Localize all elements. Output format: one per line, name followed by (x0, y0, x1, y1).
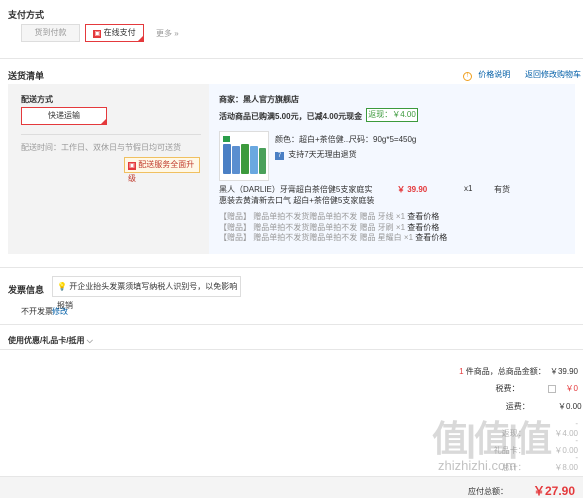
delivery-time-text: 配送时间：工作日、双休日与节假日均可送货 (21, 143, 181, 152)
invoice-tip: 💡 开企业抬头发票须填写纳税人识别号，以免影响报销 (52, 276, 241, 310)
online-payment-label: 在线支付 (103, 28, 136, 37)
gift-price-link[interactable]: 查看价格 (415, 233, 447, 242)
coupon-title: 使用优惠/礼品卡/抵用 (8, 336, 85, 345)
online-payment-button[interactable]: ▣ 在线支付 (85, 24, 144, 42)
delivery-upgrade-badge[interactable]: ▣ 配送服务全面升级 (124, 157, 200, 183)
invoice-tip-text: 开企业抬头发票须填写纳税人识别号，以免影响报销 (57, 282, 238, 310)
watermark-logo: 值|值|值 (432, 418, 552, 459)
brand-logo-icon (223, 136, 230, 142)
item-count: 1 (459, 367, 464, 376)
gift-name: 赠品单拍不发货赠品单拍不发 赠品 牙线 (253, 212, 394, 221)
info-icon: ! (463, 72, 472, 81)
tax-value: ￥0 (565, 384, 578, 393)
express-delivery-label: 快递运输 (48, 111, 80, 120)
back-to-cart-link[interactable]: 返回修改购物车 (525, 69, 581, 80)
delivery-method-title: 配送方式 (21, 95, 53, 104)
cod-payment-button[interactable]: 货到付款 (21, 24, 80, 42)
more-payment-link[interactable]: 更多 » (156, 28, 179, 39)
product-price: ￥ 39.90 (397, 185, 428, 194)
delivery-list-title: 送货清单 (8, 71, 45, 81)
upgrade-icon: ▣ (128, 162, 136, 170)
invoice-title: 发票信息 (8, 285, 45, 295)
payment-title: 支付方式 (8, 10, 45, 20)
gift-item: 【赠品】 赠品单拍不发货赠品单拍不发 赠品 牙线 ×1 查看价格 (219, 211, 439, 222)
selected-check-corner (137, 35, 144, 42)
divider (0, 324, 583, 325)
selected-check-corner (100, 118, 107, 125)
product-image[interactable] (219, 131, 269, 181)
product-name-line1[interactable]: 黑人（DARLIE）牙膏超白茶倍健5支家庭实 (219, 184, 372, 195)
product-stock: 有货 (494, 185, 510, 194)
product-size: 尺码：90g*5=450g (349, 135, 417, 144)
gift-tag: 【赠品】 (219, 233, 251, 242)
discount-value: -￥8.00 (554, 453, 578, 472)
return-policy-label: 支持7天无理由退货 (288, 150, 357, 159)
online-pay-icon: ▣ (93, 30, 102, 38)
gift-name: 赠品单拍不发货赠品单拍不发 赠品 牙刷 (253, 223, 394, 232)
promo-text: 活动商品已购满5.00元，已减4.00元现金 (219, 112, 363, 121)
freight-value: ￥0.00 (558, 402, 582, 411)
invoice-edit-link[interactable]: 修改 (52, 306, 68, 317)
gift-name: 赠品单拍不发货赠品单拍不发 赠品 星耀白 (253, 233, 402, 242)
gift-tag: 【赠品】 (219, 212, 251, 221)
toothpaste-box-icon (259, 148, 266, 174)
divider (0, 58, 583, 59)
product-name-line2[interactable]: 惠装去黄清新去口气 超白+茶倍健5支家庭装 (219, 195, 374, 206)
watermark-site: zhizhizhi.com (438, 458, 517, 473)
invoice-status: 不开发票 (21, 307, 53, 316)
toothpaste-box-icon (250, 146, 258, 174)
payable-value: ￥27.90 (533, 484, 576, 498)
toothpaste-box-icon (232, 146, 240, 174)
tax-row: 税费： ￥0 (0, 383, 578, 394)
seller-name: 商家：黑人官方旗舰店 (219, 95, 299, 104)
gift-item: 【赠品】 赠品单拍不发货赠品单拍不发 赠品 星耀白 ×1 查看价格 (219, 232, 447, 243)
return-icon: 7 (275, 152, 284, 160)
payable-label: 应付总额： (468, 487, 508, 496)
gift-qty: ×1 (395, 223, 406, 232)
lightbulb-icon: 💡 (57, 282, 67, 291)
gift-tag: 【赠品】 (219, 223, 251, 232)
goods-total-label: 件商品，总商品金额： (465, 367, 546, 376)
gift-qty: ×1 (403, 233, 414, 242)
return-policy: 7 支持7天无理由退货 (275, 149, 357, 160)
gift-price-link[interactable]: 查看价格 (407, 212, 439, 221)
goods-total-value: ￥39.90 (549, 367, 578, 376)
tax-label: 税费： (495, 384, 520, 393)
chevron-down-icon: ⌵ (86, 336, 93, 345)
price-note-label: 价格说明 (478, 70, 511, 79)
coupon-toggle[interactable]: 使用优惠/礼品卡/抵用 ⌵ (8, 335, 93, 346)
product-quantity: x1 (464, 184, 473, 193)
toothpaste-box-icon (223, 144, 231, 174)
express-delivery-button[interactable]: 快递运输 (21, 107, 107, 125)
gift-price-link[interactable]: 查看价格 (407, 223, 439, 232)
price-note-link[interactable]: ! 价格说明 (463, 69, 510, 81)
divider (21, 134, 201, 135)
toothpaste-box-icon (241, 144, 249, 174)
product-color: 颜色：超白+茶倍健... (275, 135, 351, 144)
goods-total-row: 1 件商品，总商品金额： ￥39.90 (0, 366, 578, 377)
promo-badge: 返现：￥4.00 (366, 108, 418, 122)
divider (0, 267, 583, 268)
divider (0, 349, 583, 350)
tax-checkbox[interactable] (547, 384, 556, 393)
gift-qty: ×1 (395, 212, 406, 221)
